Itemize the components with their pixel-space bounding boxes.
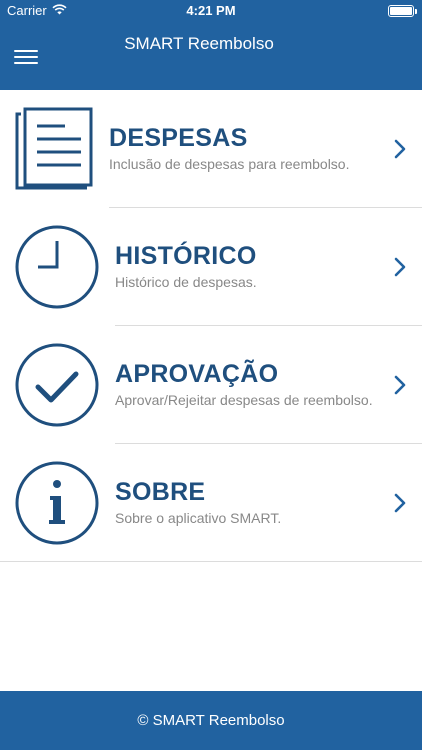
footer-text: © SMART Reembolso	[137, 712, 285, 729]
row-divider	[0, 561, 422, 562]
menu-item-sobre[interactable]: SOBRE Sobre o aplicativo SMART.	[0, 444, 422, 562]
checkmark-circle-icon	[15, 343, 99, 427]
menu-item-description: Sobre o aplicativo SMART.	[115, 510, 282, 526]
menu-item-description: Aprovar/Rejeitar despesas de reembolso.	[115, 392, 373, 408]
document-list-icon	[15, 107, 93, 190]
battery-icon	[388, 5, 417, 17]
menu-item-historico[interactable]: HISTÓRICO Histórico de despesas.	[0, 208, 422, 326]
menu-item-description: Inclusão de despesas para reembolso.	[109, 156, 350, 172]
clock-time: 4:21 PM	[186, 3, 236, 18]
main-menu: DESPESAS Inclusão de despesas para reemb…	[0, 90, 422, 562]
app-header: Carrier 4:21 PM SMART Reembolso	[0, 0, 422, 90]
menu-item-despesas[interactable]: DESPESAS Inclusão de despesas para reemb…	[0, 90, 422, 208]
menu-item-title: APROVAÇÃO	[115, 360, 279, 388]
clock-icon	[15, 225, 99, 309]
footer-bar: © SMART Reembolso	[0, 691, 422, 750]
info-circle-icon	[15, 461, 99, 545]
chevron-right-icon	[394, 257, 406, 277]
menu-item-title: SOBRE	[115, 478, 206, 506]
menu-item-title: DESPESAS	[109, 124, 248, 152]
chevron-right-icon	[394, 493, 406, 513]
menu-item-description: Histórico de despesas.	[115, 274, 257, 290]
menu-item-aprovacao[interactable]: APROVAÇÃO Aprovar/Rejeitar despesas de r…	[0, 326, 422, 444]
chevron-right-icon	[394, 139, 406, 159]
app-title: SMART Reembolso	[124, 34, 274, 53]
menu-item-title: HISTÓRICO	[115, 242, 257, 270]
chevron-right-icon	[394, 375, 406, 395]
status-bar: Carrier 4:21 PM	[0, 0, 422, 22]
